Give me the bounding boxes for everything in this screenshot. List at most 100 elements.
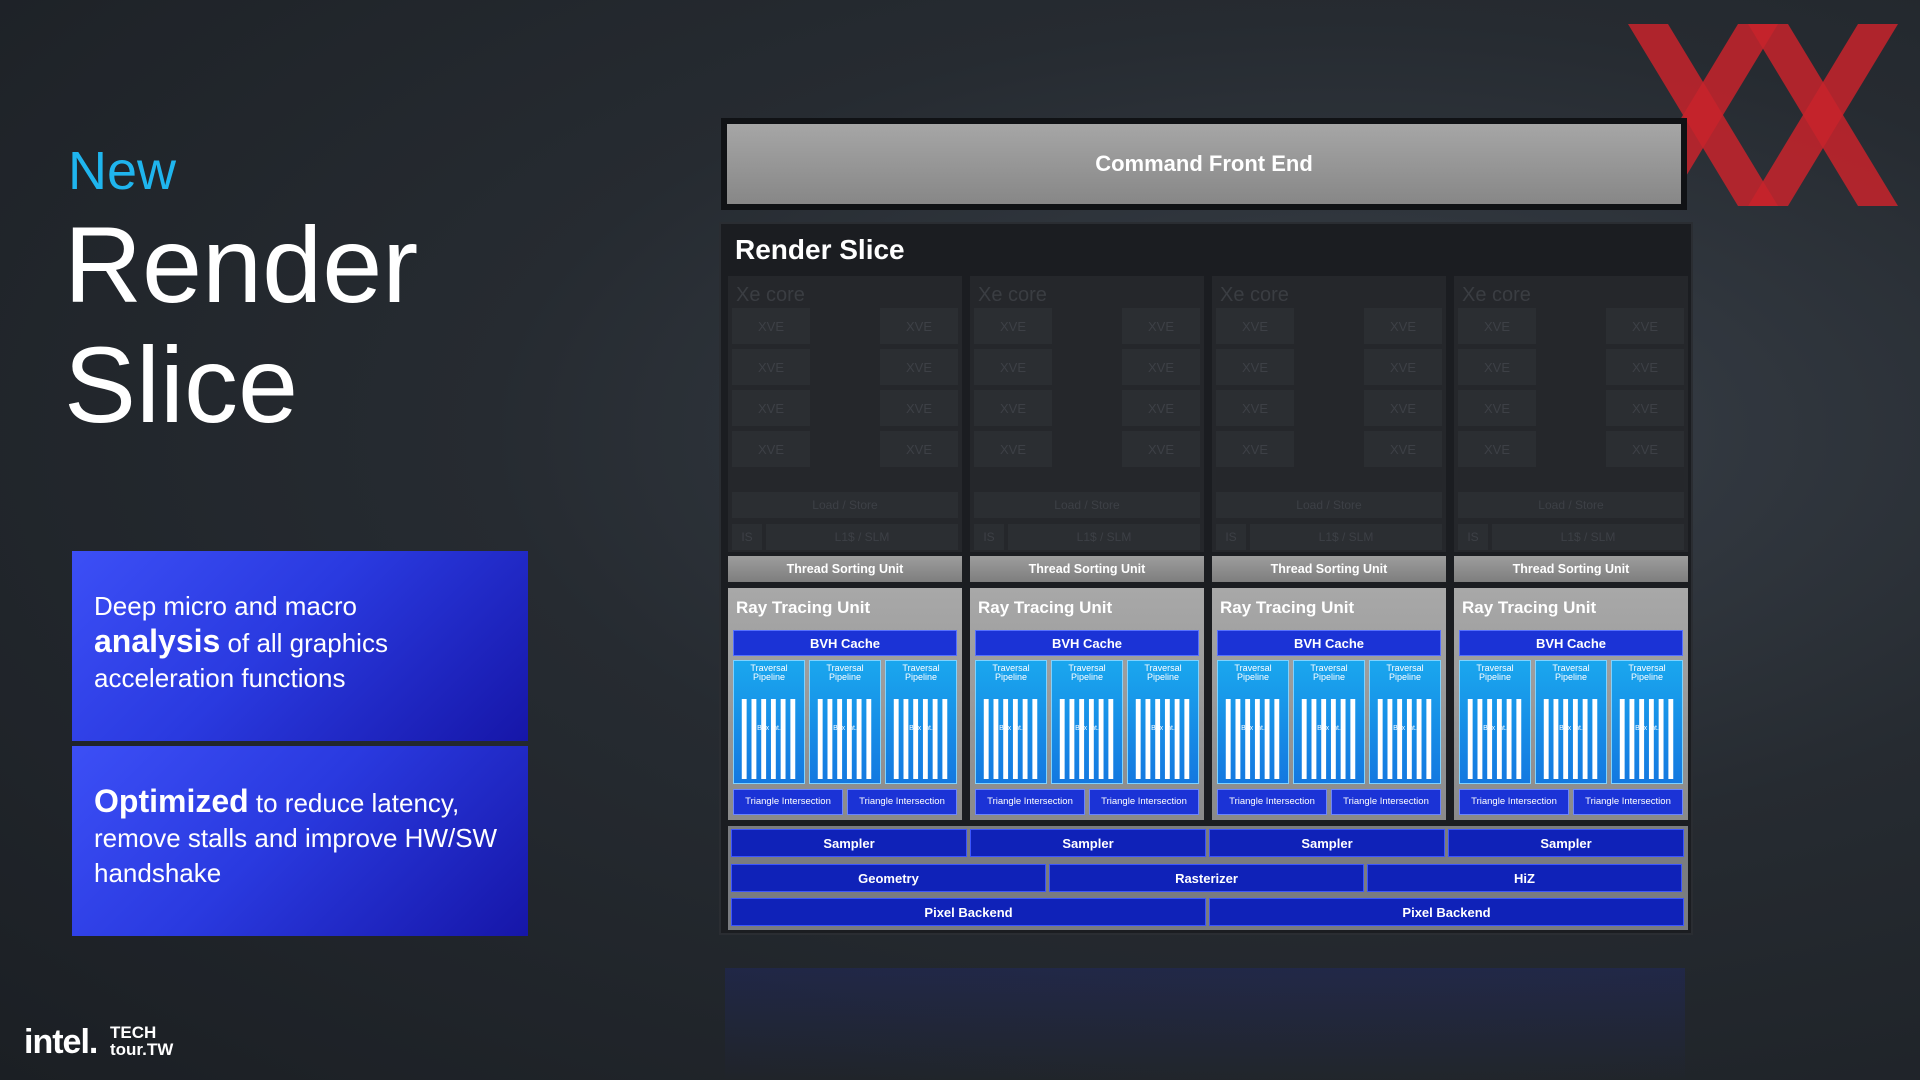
box-intersection-bar [1406,699,1412,779]
box-intersection-bar [780,699,786,779]
xve-unit: XVE [1216,431,1294,467]
box-intersection-bar [1264,699,1270,779]
l1-cache-slm: L1$ / SLM [1008,524,1200,550]
xve-unit: XVE [1364,308,1442,344]
box-intersection-bar [751,699,757,779]
box-intersection-label: Box Int. [909,725,933,732]
xve-unit: XVE [974,349,1052,385]
xve-unit: XVE [1458,308,1536,344]
box-intersection-bars: Box Int. [1052,697,1122,781]
box-intersection-bar [866,699,872,779]
xe-core-label: Xe core [1462,284,1531,306]
info-card-optimized: Optimized to reduce latency, remove stal… [72,746,528,936]
traversal-pipeline: Traversal Pipeline Box Int. [885,660,957,784]
box-intersection-bars: Box Int. [886,697,956,781]
xve-unit: XVE [1364,431,1442,467]
box-intersection-bar [846,699,852,779]
box-intersection-bar [1003,699,1009,779]
pixel-backend-unit: Pixel Backend [1209,898,1684,926]
xve-unit: XVE [880,308,958,344]
instruction-cache: IS [1216,524,1246,550]
xve-unit: XVE [1122,431,1200,467]
title-line-2: Slice [64,324,299,445]
xve-unit: XVE [1216,308,1294,344]
box-intersection-bar [1059,699,1065,779]
box-intersection-bar [1516,699,1522,779]
xe-core-label: Xe core [978,284,1047,306]
fixed-function-block: Sampler Sampler Sampler Sampler Geometry Ras… [728,826,1688,930]
box-intersection-bar [1496,699,1502,779]
card2-bold: Optimized [94,783,249,819]
box-intersection-bar [1629,699,1635,779]
info-card-analysis: Deep micro and macro analysis of all gra… [72,551,528,741]
thread-sorting-unit: Thread Sorting Unit [970,556,1204,582]
box-intersection-bar [1155,699,1161,779]
xe-core-block: Xe core XVE XVE XVE XVE XVE XVE XVE XVE Load / St… [970,276,1204,552]
l1-cache-slm: L1$ / SLM [766,524,958,550]
traversal-pipeline-label: Traversal Pipeline [902,663,940,682]
triangle-intersection: Triangle Intersection [1459,789,1569,815]
box-intersection-bar [1592,699,1598,779]
xe-core-block: Xe core XVE XVE XVE XVE XVE XVE XVE XVE Load / St… [1212,276,1446,552]
triangle-intersection: Triangle Intersection [975,789,1085,815]
box-intersection-bar [1245,699,1251,779]
pixel-backend-row: Pixel Backend Pixel Backend [731,898,1687,926]
instruction-cache: IS [1458,524,1488,550]
xve-unit: XVE [1458,349,1536,385]
ray-tracing-unit: Ray Tracing Unit BVH Cache Traversal Pipel… [1212,588,1446,820]
diagram-reflection [725,968,1685,1080]
hiz-unit: HiZ [1367,864,1682,892]
box-intersection-bar [1639,699,1645,779]
xe-core-block: Xe core XVE XVE XVE XVE XVE XVE XVE XVE Load / St… [728,276,962,552]
command-front-end-label: Command Front End [727,124,1681,204]
traversal-pipeline: Traversal Pipeline Box Int. [1217,660,1289,784]
xve-unit: XVE [732,390,810,426]
xe-core-columns: Xe core XVE XVE XVE XVE XVE XVE XVE XVE Load / St… [728,276,1688,820]
xve-unit: XVE [1606,390,1684,426]
sampler-row: Sampler Sampler Sampler Sampler [731,829,1687,857]
xve-unit: XVE [1364,349,1442,385]
box-intersection-bar [1350,699,1356,779]
traversal-pipeline-label: Traversal Pipeline [750,663,788,682]
traversal-pipeline-label: Traversal Pipeline [1310,663,1348,682]
box-intersection-bars: Box Int. [1370,697,1440,781]
box-intersection-bars: Box Int. [1536,697,1606,781]
render-slice-title: Render Slice [735,234,905,265]
xve-unit: XVE [974,431,1052,467]
box-intersection-bar [837,699,843,779]
box-intersection-bar [983,699,989,779]
ray-tracing-unit: Ray Tracing Unit BVH Cache Traversal Pipel… [1454,588,1688,820]
ray-tracing-unit: Ray Tracing Unit BVH Cache Traversal Pipel… [728,588,962,820]
box-intersection-bar [942,699,948,779]
xe-core-column: Xe core XVE XVE XVE XVE XVE XVE XVE XVE Load / St… [1212,276,1446,820]
box-intersection-bar [1330,699,1336,779]
triangle-intersection: Triangle Intersection [1573,789,1683,815]
box-intersection-label: Box Int. [1241,725,1265,732]
ray-tracing-unit-title: Ray Tracing Unit [736,598,871,617]
box-intersection-bar [1487,699,1493,779]
box-intersection-bar [741,699,747,779]
xve-unit: XVE [1122,308,1200,344]
box-intersection-bars: Box Int. [1218,697,1288,781]
xve-unit: XVE [1458,390,1536,426]
page-title: Render Slice [64,205,418,445]
box-intersection-label: Box Int. [1393,725,1417,732]
bvh-cache: BVH Cache [733,630,957,656]
load-store-unit: Load / Store [974,492,1200,518]
load-store-unit: Load / Store [732,492,958,518]
xve-unit: XVE [1122,390,1200,426]
xe-core-column: Xe core XVE XVE XVE XVE XVE XVE XVE XVE Load / St… [970,276,1204,820]
traversal-pipeline: Traversal Pipeline Box Int. [1127,660,1199,784]
xve-unit: XVE [732,349,810,385]
traversal-pipeline-label: Traversal Pipeline [826,663,864,682]
box-intersection-bar [903,699,909,779]
ray-tracing-unit-title: Ray Tracing Unit [978,598,1113,617]
box-intersection-bar [893,699,899,779]
xve-unit: XVE [1216,390,1294,426]
box-intersection-bar [1098,699,1104,779]
xve-unit: XVE [1606,431,1684,467]
box-intersection-bar [1088,699,1094,779]
xe-core-label: Xe core [736,284,805,306]
box-intersection-bar [1184,699,1190,779]
box-intersection-bar [1145,699,1151,779]
